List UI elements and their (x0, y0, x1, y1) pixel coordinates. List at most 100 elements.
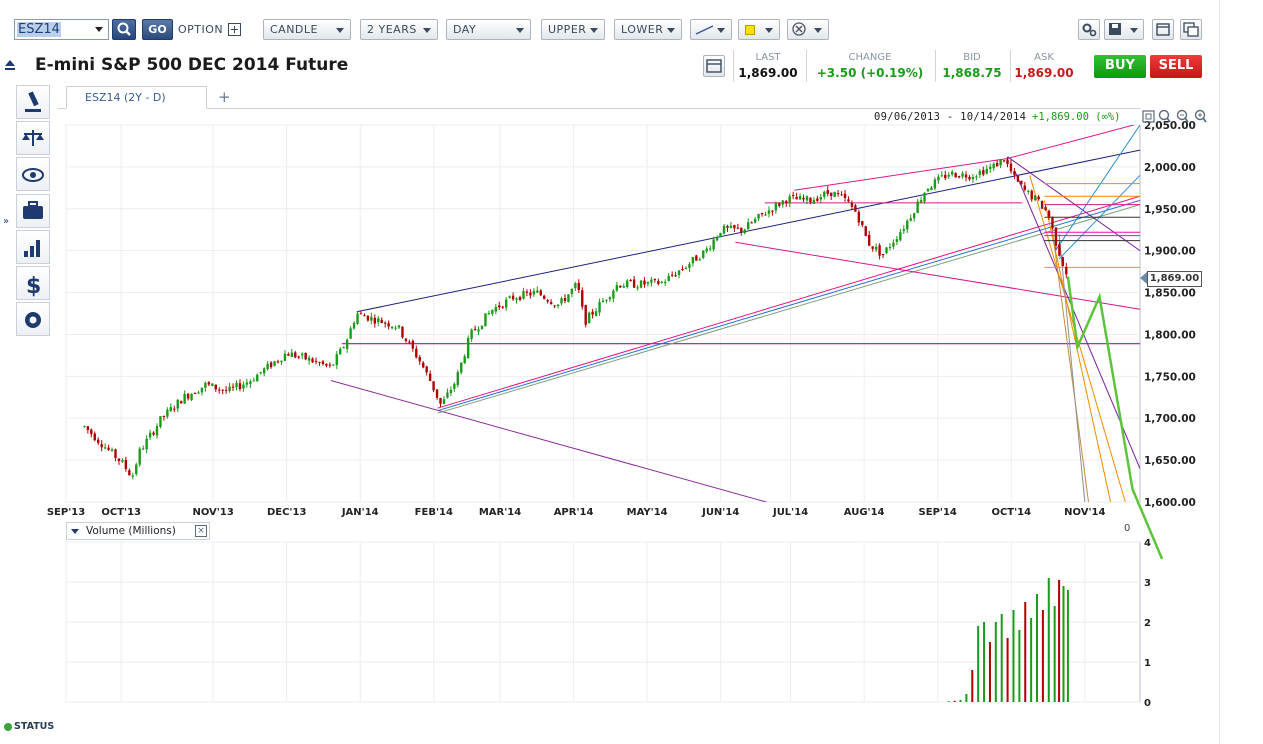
candle (228, 386, 231, 392)
zoom-out-icon[interactable] (1176, 109, 1189, 123)
indicators-button[interactable] (16, 230, 50, 264)
candle (626, 280, 629, 288)
calendar-button[interactable] (703, 55, 725, 77)
candle (1058, 244, 1061, 256)
watch-button[interactable] (16, 157, 50, 191)
candle (1044, 207, 1047, 210)
candle (881, 254, 885, 256)
volume-bar (1053, 606, 1056, 702)
candle (138, 448, 141, 465)
candle (179, 400, 183, 404)
candle (373, 317, 377, 324)
draw-line-select[interactable] (690, 19, 732, 40)
popout-icon (1183, 22, 1199, 37)
tab-chart[interactable]: ESZ14 (2Y - D) (66, 86, 207, 109)
add-tab-button[interactable]: + (218, 88, 231, 106)
candle (553, 305, 556, 307)
side-expand-icon[interactable]: » (3, 216, 9, 227)
candle (1020, 180, 1023, 185)
candle (899, 232, 902, 241)
zoom-in-icon[interactable] (1194, 109, 1207, 123)
svg-text:$: $ (26, 274, 41, 299)
option-label[interactable]: OPTION (178, 23, 223, 36)
zoom-reset-icon[interactable] (1158, 109, 1171, 123)
upper-indicator-select[interactable]: UPPER (541, 19, 605, 40)
status-label[interactable]: STATUS (14, 721, 54, 732)
candle (629, 279, 632, 282)
fan-line-orange (1029, 175, 1126, 502)
candle (539, 290, 542, 296)
go-button[interactable]: GO (142, 19, 173, 40)
candle (767, 210, 771, 214)
plus-box-icon[interactable] (228, 23, 241, 36)
chevron-down-icon (765, 28, 773, 33)
save-button[interactable] (1104, 19, 1144, 40)
color-select[interactable] (738, 19, 780, 40)
volume-bar (1066, 590, 1069, 702)
popout-button[interactable] (1180, 19, 1202, 40)
search-button[interactable] (112, 19, 136, 40)
candle (906, 220, 909, 230)
fan-line (1007, 156, 1140, 252)
candle (670, 274, 674, 276)
candle (916, 201, 919, 213)
candle (833, 191, 836, 197)
candle (961, 173, 964, 177)
volume-bar (1058, 580, 1061, 702)
candle (1006, 159, 1009, 165)
candle (826, 190, 829, 194)
candle (788, 196, 791, 204)
compare-button[interactable] (16, 121, 50, 155)
candle (632, 279, 636, 288)
bar-chart-icon (24, 240, 40, 257)
candle (674, 275, 677, 277)
candle (352, 323, 356, 329)
candle (428, 373, 432, 381)
research-button[interactable] (16, 85, 50, 119)
interval-select[interactable]: DAY (446, 19, 531, 40)
candle (211, 383, 214, 386)
candle (86, 426, 90, 430)
delete-drawing-select[interactable] (787, 19, 829, 40)
candle (224, 389, 228, 391)
portfolio-button[interactable] (16, 194, 50, 228)
candle (504, 299, 508, 308)
settings-button[interactable] (1078, 19, 1100, 40)
candle (944, 174, 947, 179)
candle (221, 389, 224, 391)
candle (470, 329, 473, 339)
chevron-down-icon[interactable] (95, 27, 103, 32)
candle (1033, 195, 1037, 201)
trendline-pink-upper (794, 125, 1136, 191)
candle (923, 192, 926, 202)
candle (695, 255, 698, 261)
settings-side-button[interactable] (16, 302, 50, 336)
candle (159, 416, 162, 427)
trade-button[interactable]: $ (16, 266, 50, 300)
fan-line-blue (1058, 174, 1140, 260)
fit-icon[interactable] (1142, 110, 1155, 123)
volume-plot-frame (65, 541, 1141, 703)
candle (498, 305, 501, 308)
close-icon[interactable]: × (195, 525, 207, 537)
candle (453, 383, 456, 389)
period-select[interactable]: 2 YEARS (360, 19, 438, 40)
symbol-input[interactable]: ESZ14 (14, 19, 109, 40)
candle (432, 381, 435, 391)
candle (708, 248, 712, 250)
volume-bar (947, 701, 950, 702)
volume-bar (1012, 610, 1015, 702)
candle (902, 229, 905, 231)
candle (598, 301, 601, 313)
lower-indicator-select[interactable]: LOWER (614, 19, 682, 40)
candle (204, 382, 207, 388)
chevron-down-icon[interactable] (71, 529, 79, 534)
buy-button[interactable]: BUY (1094, 55, 1146, 78)
window-button[interactable] (1152, 19, 1174, 40)
candle (871, 246, 874, 249)
candle (484, 313, 487, 327)
sell-button[interactable]: SELL (1150, 55, 1202, 78)
collapse-icon[interactable] (5, 60, 15, 66)
candle (231, 386, 235, 388)
chart-type-select[interactable]: CANDLE (263, 19, 351, 40)
